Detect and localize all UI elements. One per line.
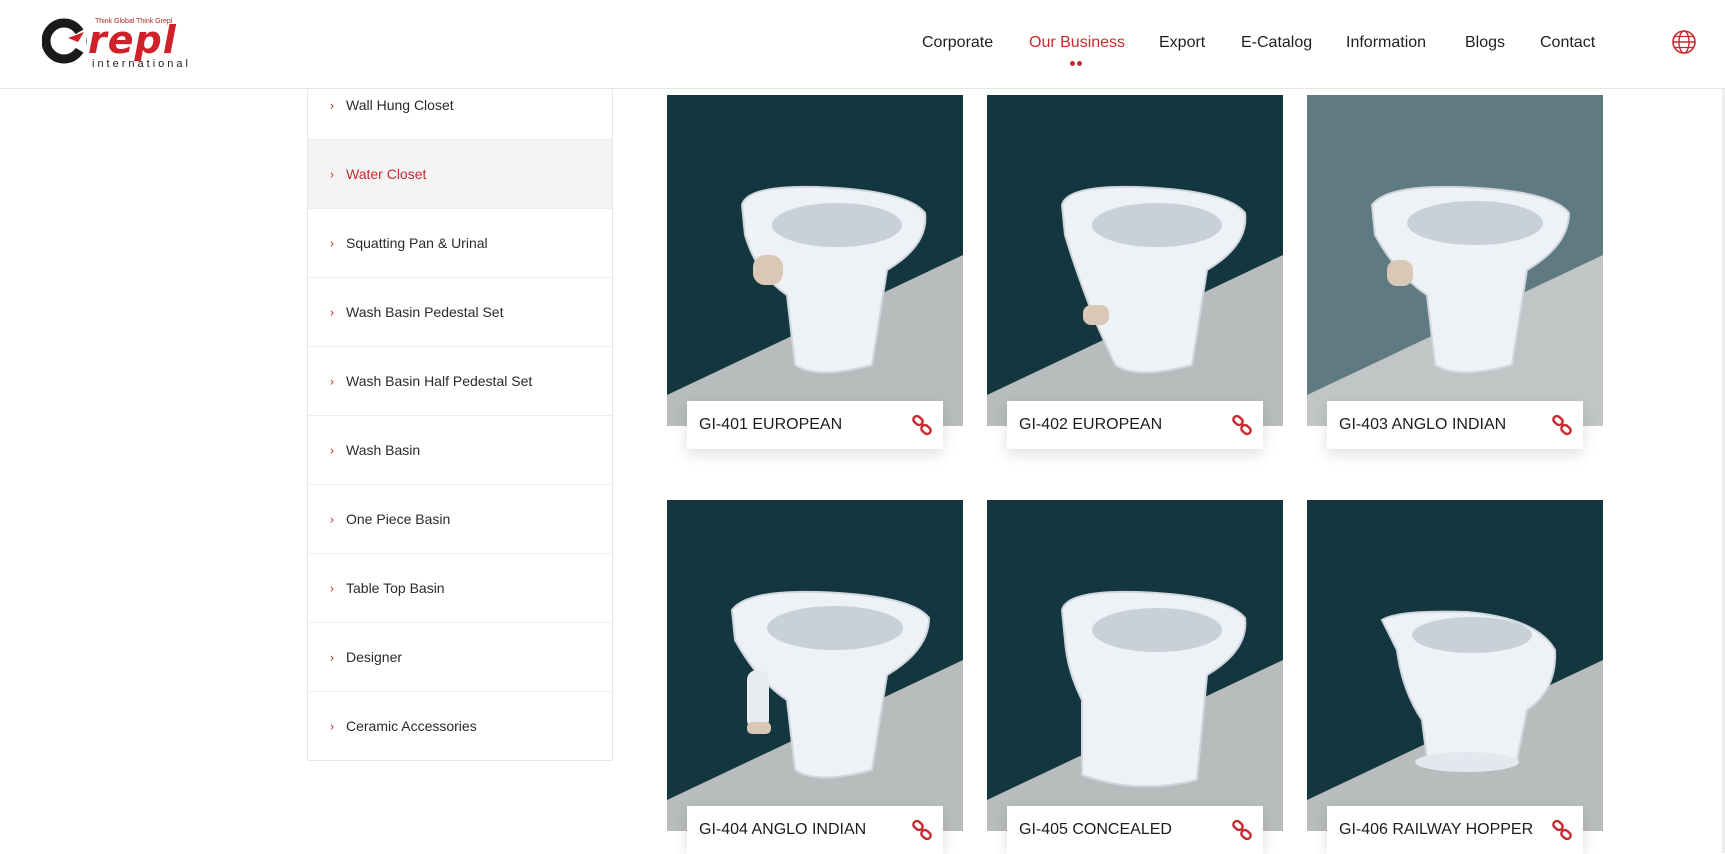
product-card[interactable]: GI-402 EUROPEAN: [987, 95, 1283, 449]
product-image[interactable]: [667, 95, 963, 426]
product-image[interactable]: [1307, 95, 1603, 426]
sidebar-item-label: Wash Basin: [346, 442, 421, 458]
product-card[interactable]: GI-406 RAILWAY HOPPER: [1307, 500, 1603, 854]
sidebar-item-wash-basin-half-pedestal-set[interactable]: › Wash Basin Half Pedestal Set: [308, 346, 612, 415]
link-icon[interactable]: [911, 414, 933, 436]
product-caption[interactable]: GI-403 ANGLO INDIAN: [1327, 401, 1583, 449]
product-caption[interactable]: GI-406 RAILWAY HOPPER: [1327, 806, 1583, 854]
product-caption[interactable]: GI-404 ANGLO INDIAN: [687, 806, 943, 854]
chevron-right-icon: ›: [330, 443, 334, 458]
site-header: Think Global Think Grepl repl internatio…: [0, 0, 1725, 89]
brand-logo[interactable]: Think Global Think Grepl repl internatio…: [42, 14, 202, 74]
active-indicator-dots: [1069, 53, 1085, 66]
sidebar-item-water-closet[interactable]: › Water Closet: [308, 139, 612, 208]
globe-icon[interactable]: [1671, 29, 1697, 55]
link-icon[interactable]: [1231, 414, 1253, 436]
product-caption[interactable]: GI-402 EUROPEAN: [1007, 401, 1263, 449]
product-title: GI-402 EUROPEAN: [1019, 416, 1163, 433]
product-image[interactable]: [667, 500, 963, 831]
nav-our-business-label: Our Business: [1029, 34, 1126, 51]
sidebar-item-label: Wash Basin Half Pedestal Set: [346, 373, 533, 389]
chevron-right-icon: ›: [330, 374, 334, 389]
product-title: GI-405 CONCEALED: [1019, 821, 1172, 838]
link-icon[interactable]: [911, 819, 933, 841]
sidebar-item-wash-basin-pedestal-set[interactable]: › Wash Basin Pedestal Set: [308, 277, 612, 346]
product-card[interactable]: GI-403 ANGLO INDIAN: [1307, 95, 1603, 449]
chevron-right-icon: ›: [330, 305, 334, 320]
product-card[interactable]: GI-401 EUROPEAN: [667, 95, 963, 449]
sidebar-item-one-piece-basin[interactable]: › One Piece Basin: [308, 484, 612, 553]
chevron-right-icon: ›: [330, 236, 334, 251]
sidebar-item-squatting-pan-urinal[interactable]: › Squatting Pan & Urinal: [308, 208, 612, 277]
product-title: GI-404 ANGLO INDIAN: [699, 821, 867, 838]
sidebar-item-label: Wash Basin Pedestal Set: [346, 304, 504, 320]
nav-information[interactable]: Information: [1346, 34, 1426, 52]
product-image[interactable]: [1307, 500, 1603, 831]
sidebar-item-label: Water Closet: [346, 166, 427, 182]
sidebar-item-ceramic-accessories[interactable]: › Ceramic Accessories: [308, 691, 612, 760]
logo-mark-icon: [42, 18, 87, 64]
sidebar-item-wash-basin[interactable]: › Wash Basin: [308, 415, 612, 484]
chevron-right-icon: ›: [330, 719, 334, 734]
nav-contact[interactable]: Contact: [1540, 34, 1595, 52]
brand-subtitle: international: [92, 58, 191, 70]
sidebar-item-designer[interactable]: › Designer: [308, 622, 612, 691]
chevron-right-icon: ›: [330, 581, 334, 596]
product-caption[interactable]: GI-405 CONCEALED: [1007, 806, 1263, 854]
sidebar-item-label: Squatting Pan & Urinal: [346, 235, 488, 251]
product-title: GI-403 ANGLO INDIAN: [1339, 416, 1507, 433]
sidebar-item-label: Wall Hung Closet: [346, 96, 454, 113]
category-sidebar: › Wall Hung Closet › Water Closet › Squatti…: [307, 70, 613, 761]
product-card[interactable]: GI-404 ANGLO INDIAN: [667, 500, 963, 854]
sidebar-item-label: One Piece Basin: [346, 511, 451, 527]
nav-corporate[interactable]: Corporate: [922, 34, 993, 52]
chevron-right-icon: ›: [330, 98, 334, 113]
brand-name: repl: [88, 18, 177, 62]
chevron-right-icon: ›: [330, 650, 334, 665]
product-image[interactable]: [987, 500, 1283, 831]
nav-our-business[interactable]: Our Business: [1029, 34, 1126, 66]
link-icon[interactable]: [1551, 819, 1573, 841]
nav-export[interactable]: Export: [1159, 34, 1205, 52]
nav-e-catalog[interactable]: E-Catalog: [1241, 34, 1312, 52]
sidebar-item-label: Ceramic Accessories: [346, 718, 477, 734]
product-title: GI-401 EUROPEAN: [699, 416, 843, 433]
product-title: GI-406 RAILWAY HOPPER: [1339, 821, 1534, 838]
product-image[interactable]: [987, 95, 1283, 426]
chevron-right-icon: ›: [330, 512, 334, 527]
nav-blogs[interactable]: Blogs: [1465, 34, 1505, 52]
sidebar-item-table-top-basin[interactable]: › Table Top Basin: [308, 553, 612, 622]
product-caption[interactable]: GI-401 EUROPEAN: [687, 401, 943, 449]
sidebar-item-label: Designer: [346, 649, 403, 665]
product-card[interactable]: GI-405 CONCEALED: [987, 500, 1283, 854]
link-icon[interactable]: [1551, 414, 1573, 436]
chevron-right-icon: ›: [330, 167, 334, 182]
link-icon[interactable]: [1231, 819, 1253, 841]
sidebar-item-label: Table Top Basin: [346, 580, 445, 596]
